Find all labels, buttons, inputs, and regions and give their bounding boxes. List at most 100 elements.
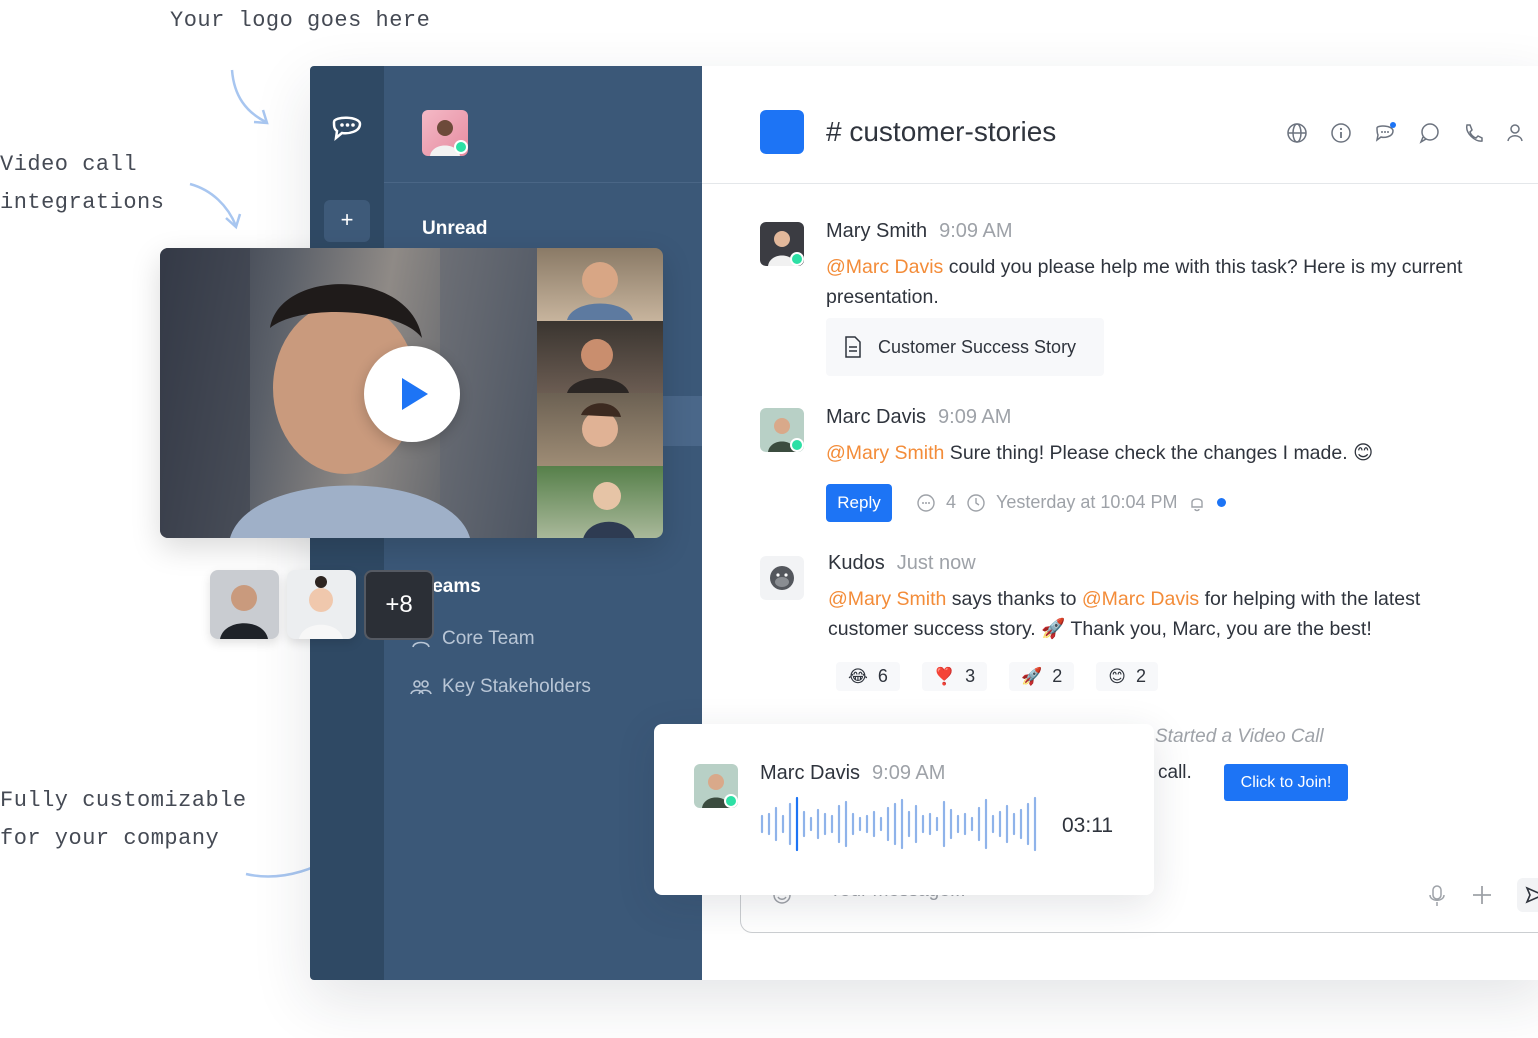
last-reply-time: Yesterday at 10:04 PM — [996, 492, 1177, 513]
gorilla-icon — [760, 556, 804, 600]
room-avatar[interactable] — [760, 110, 804, 154]
phone-icon[interactable] — [1462, 122, 1484, 144]
online-status — [790, 252, 804, 266]
participant-video — [537, 248, 663, 321]
reply-button[interactable]: Reply — [826, 484, 892, 522]
bell-icon[interactable] — [1187, 493, 1207, 513]
header-toolbar — [1286, 122, 1528, 144]
participants-row: +8 — [210, 570, 434, 640]
video-annotation: Video call integrations — [0, 146, 164, 222]
send-icon[interactable] — [1517, 878, 1538, 912]
author-name[interactable]: Mary Smith — [826, 220, 927, 242]
participant-avatar[interactable] — [287, 570, 356, 639]
reaction-emoji: ❣️ — [934, 667, 955, 687]
file-attachment[interactable]: Customer Success Story — [826, 318, 1104, 376]
video-call-label: Started a Video Call — [1155, 726, 1324, 748]
reaction-count: 6 — [878, 666, 888, 687]
message-body: @Marc Davis could you please help me wit… — [826, 252, 1506, 312]
reaction[interactable]: ❣️ 3 — [922, 662, 987, 691]
play-button[interactable] — [364, 346, 460, 442]
participant-image — [210, 570, 279, 639]
mention[interactable]: @Mary Smith — [826, 442, 944, 464]
mention[interactable]: @Marc Davis — [826, 256, 943, 278]
message-text: Sure thing! Please check the changes I m… — [944, 442, 1373, 464]
thread-meta[interactable]: 4 Yesterday at 10:04 PM — [916, 492, 1226, 513]
avatar-marc-davis[interactable] — [760, 408, 804, 452]
sidebar-item-label: Key Stakeholders — [442, 676, 591, 698]
online-status — [454, 140, 468, 154]
participant-video — [537, 393, 663, 466]
room-header: # customer-stories — [702, 66, 1538, 184]
threads-icon[interactable] — [1374, 122, 1396, 144]
reaction[interactable]: 😂6 — [836, 662, 900, 691]
reaction-count: 3 — [965, 666, 975, 687]
reaction-emoji: 😊 — [1108, 667, 1126, 687]
file-icon — [844, 336, 862, 358]
globe-icon[interactable] — [1286, 122, 1308, 144]
sidebar-divider — [384, 182, 702, 183]
microphone-icon[interactable] — [1427, 884, 1447, 908]
message-author: Marc Davis 9:09 AM — [760, 762, 945, 785]
reactions: 😂6 ❣️3 🚀2 😊2 — [836, 662, 1158, 691]
video-call-preview[interactable] — [160, 248, 663, 538]
clock-icon — [966, 493, 986, 513]
participant-avatar[interactable] — [210, 570, 279, 639]
reaction[interactable]: 🚀2 — [1009, 662, 1074, 691]
avatar-marc-davis[interactable] — [694, 764, 738, 808]
join-call-button[interactable]: Click to Join! — [1224, 764, 1348, 801]
logo-annotation: Your logo goes here — [170, 2, 430, 40]
video-call-text: call. — [1158, 762, 1192, 784]
add-workspace-button[interactable]: + — [324, 200, 370, 242]
author-name[interactable]: Marc Davis — [760, 762, 860, 784]
video-annotation-line2: integrations — [0, 184, 164, 222]
online-status — [790, 438, 804, 452]
reaction-emoji: 🚀 — [1021, 667, 1042, 687]
custom-annotation-line1: Fully customizable — [0, 782, 247, 820]
message-author: Mary Smith 9:09 AM — [826, 220, 1013, 243]
reaction-emoji: 😂 — [848, 667, 868, 687]
message-time: 9:09 AM — [939, 220, 1012, 242]
room-title: # customer-stories — [826, 116, 1056, 148]
reaction-count: 2 — [1052, 666, 1062, 687]
message-time: 9:09 AM — [872, 762, 945, 784]
reaction-count: 2 — [1136, 666, 1146, 687]
message-author: Marc Davis9:09 AM — [826, 406, 1011, 429]
reply-count: 4 — [946, 492, 956, 513]
message-time: Just now — [897, 552, 976, 574]
more-participants[interactable]: +8 — [364, 570, 434, 640]
thread-icon — [916, 493, 936, 513]
sidebar-item-key-stakeholders[interactable]: Key Stakeholders — [410, 676, 591, 698]
message-body: @Mary Smith says thanks to @Marc Davis f… — [828, 584, 1478, 644]
participant-image — [537, 248, 663, 320]
avatar-kudos[interactable] — [760, 556, 804, 600]
team-icon — [410, 677, 432, 697]
plus-icon[interactable] — [1471, 884, 1493, 906]
members-icon[interactable] — [1506, 122, 1528, 144]
sidebar-heading-unread: Unread — [422, 218, 487, 240]
presenter-image — [160, 248, 537, 538]
avatar-mary-smith[interactable] — [760, 222, 804, 266]
participant-image — [537, 466, 663, 539]
unread-dot — [1217, 498, 1226, 507]
arrow-icon — [186, 180, 246, 230]
play-icon — [402, 378, 428, 410]
author-name[interactable]: Kudos — [828, 552, 885, 574]
participant-video — [537, 466, 663, 539]
message-author: Kudos Just now — [828, 552, 976, 575]
arrow-icon — [226, 68, 276, 128]
mention[interactable]: @Mary Smith — [828, 588, 946, 610]
attachment-name: Customer Success Story — [878, 337, 1076, 358]
chat-logo-icon[interactable] — [328, 110, 366, 148]
custom-annotation-line2: for your company — [0, 820, 247, 858]
audio-waveform[interactable] — [760, 796, 1040, 852]
audio-message-card: Marc Davis9:09 AM 03:11 — [654, 724, 1154, 895]
user-avatar[interactable] — [422, 110, 468, 156]
reaction[interactable]: 😊2 — [1096, 662, 1158, 691]
video-annotation-line1: Video call — [0, 146, 164, 184]
participant-video — [537, 321, 663, 394]
participant-image — [537, 321, 663, 393]
discussion-icon[interactable] — [1418, 122, 1440, 144]
info-icon[interactable] — [1330, 122, 1352, 144]
author-name[interactable]: Marc Davis — [826, 406, 926, 428]
mention[interactable]: @Marc Davis — [1082, 588, 1199, 610]
